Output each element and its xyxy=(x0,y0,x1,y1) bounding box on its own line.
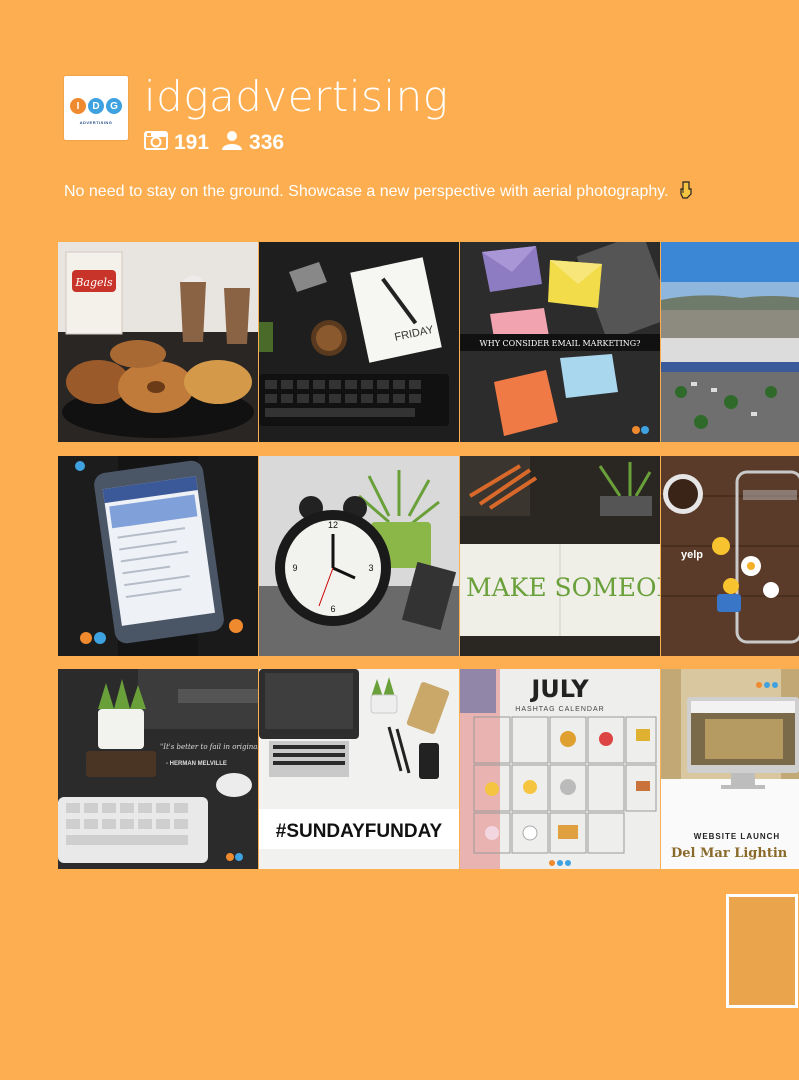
posts-stat: 191 xyxy=(144,130,209,156)
calendar-subtitle: HASHTAG CALENDAR xyxy=(515,706,604,713)
logo-letter-d: D xyxy=(88,98,104,114)
post-sundayfunday[interactable]: #SUNDAYFUNDAY xyxy=(259,669,459,869)
post-phone-facebook[interactable] xyxy=(58,456,258,656)
pointing-down-hand-icon xyxy=(679,181,693,204)
person-icon xyxy=(221,130,243,156)
bio-text: No need to stay on the ground. Showcase … xyxy=(64,183,669,200)
followers-count: 336 xyxy=(249,131,285,154)
grid-row: Bagels FRIDAY WHY CONSIDER EMAIL MARKETI… xyxy=(58,242,799,442)
profile-bio: No need to stay on the ground. Showcase … xyxy=(64,181,764,204)
post-yelp-phone[interactable]: yelp xyxy=(661,456,799,656)
profile-stats: 191 336 xyxy=(144,130,284,156)
del-mar-brand: Del Mar Lightin xyxy=(671,846,788,861)
camera-icon xyxy=(144,130,168,156)
website-launch-caption: WEBSITE LAUNCH xyxy=(694,832,780,841)
posts-count: 191 xyxy=(174,131,210,154)
post-quote-desk[interactable]: "It's better to fail in originality than… xyxy=(58,669,258,869)
followers-stat: 336 xyxy=(221,130,284,156)
logo-letter-i: I xyxy=(70,98,86,114)
quote-author: - HERMAN MELVILLE xyxy=(166,761,227,767)
post-aerial-photo[interactable] xyxy=(661,242,799,442)
post-desk-notebook[interactable]: FRIDAY xyxy=(259,242,459,442)
yelp-label: yelp xyxy=(681,549,703,561)
post-make-someones-day[interactable]: MAKE SOMEONE'S D xyxy=(460,456,660,656)
svg-text:6: 6 xyxy=(330,604,335,614)
logo-subtitle: ADVERTISING xyxy=(79,120,113,125)
calendar-title: JULY xyxy=(529,675,589,703)
profile-username[interactable]: idgadvertising xyxy=(144,72,448,121)
post-july-calendar[interactable]: JULY HASHTAG CALENDAR xyxy=(460,669,660,869)
email-marketing-caption: WHY CONSIDER EMAIL MARKETING? xyxy=(480,339,641,348)
bagel-bag-label: Bagels xyxy=(74,276,113,289)
sundayfunday-caption: #SUNDAYFUNDAY xyxy=(276,821,443,842)
make-someones-day-text: MAKE SOMEONE'S D xyxy=(466,573,660,602)
logo-mark: I D G xyxy=(70,98,122,114)
logo-letter-g: G xyxy=(106,98,122,114)
profile-avatar[interactable]: I D G ADVERTISING xyxy=(64,76,128,140)
svg-text:3: 3 xyxy=(368,563,373,573)
post-website-launch[interactable]: WEBSITE LAUNCH Del Mar Lightin xyxy=(661,669,799,869)
post-alarm-clock[interactable]: 12 3 6 9 xyxy=(259,456,459,656)
profile-header: I D G ADVERTISING idgadvertising 191 336 xyxy=(64,72,764,156)
grid-row: "It's better to fail in originality than… xyxy=(58,669,799,869)
svg-text:12: 12 xyxy=(328,520,338,530)
quote-text: "It's better to fail in originality than… xyxy=(160,743,258,751)
post-bagels-coffee[interactable]: Bagels xyxy=(58,242,258,442)
scroll-thumb[interactable] xyxy=(726,894,798,1008)
grid-row: 12 3 6 9 MAKE SOMEONE'S D xyxy=(58,456,799,656)
post-email-marketing[interactable]: WHY CONSIDER EMAIL MARKETING? xyxy=(460,242,660,442)
svg-text:9: 9 xyxy=(292,563,297,573)
